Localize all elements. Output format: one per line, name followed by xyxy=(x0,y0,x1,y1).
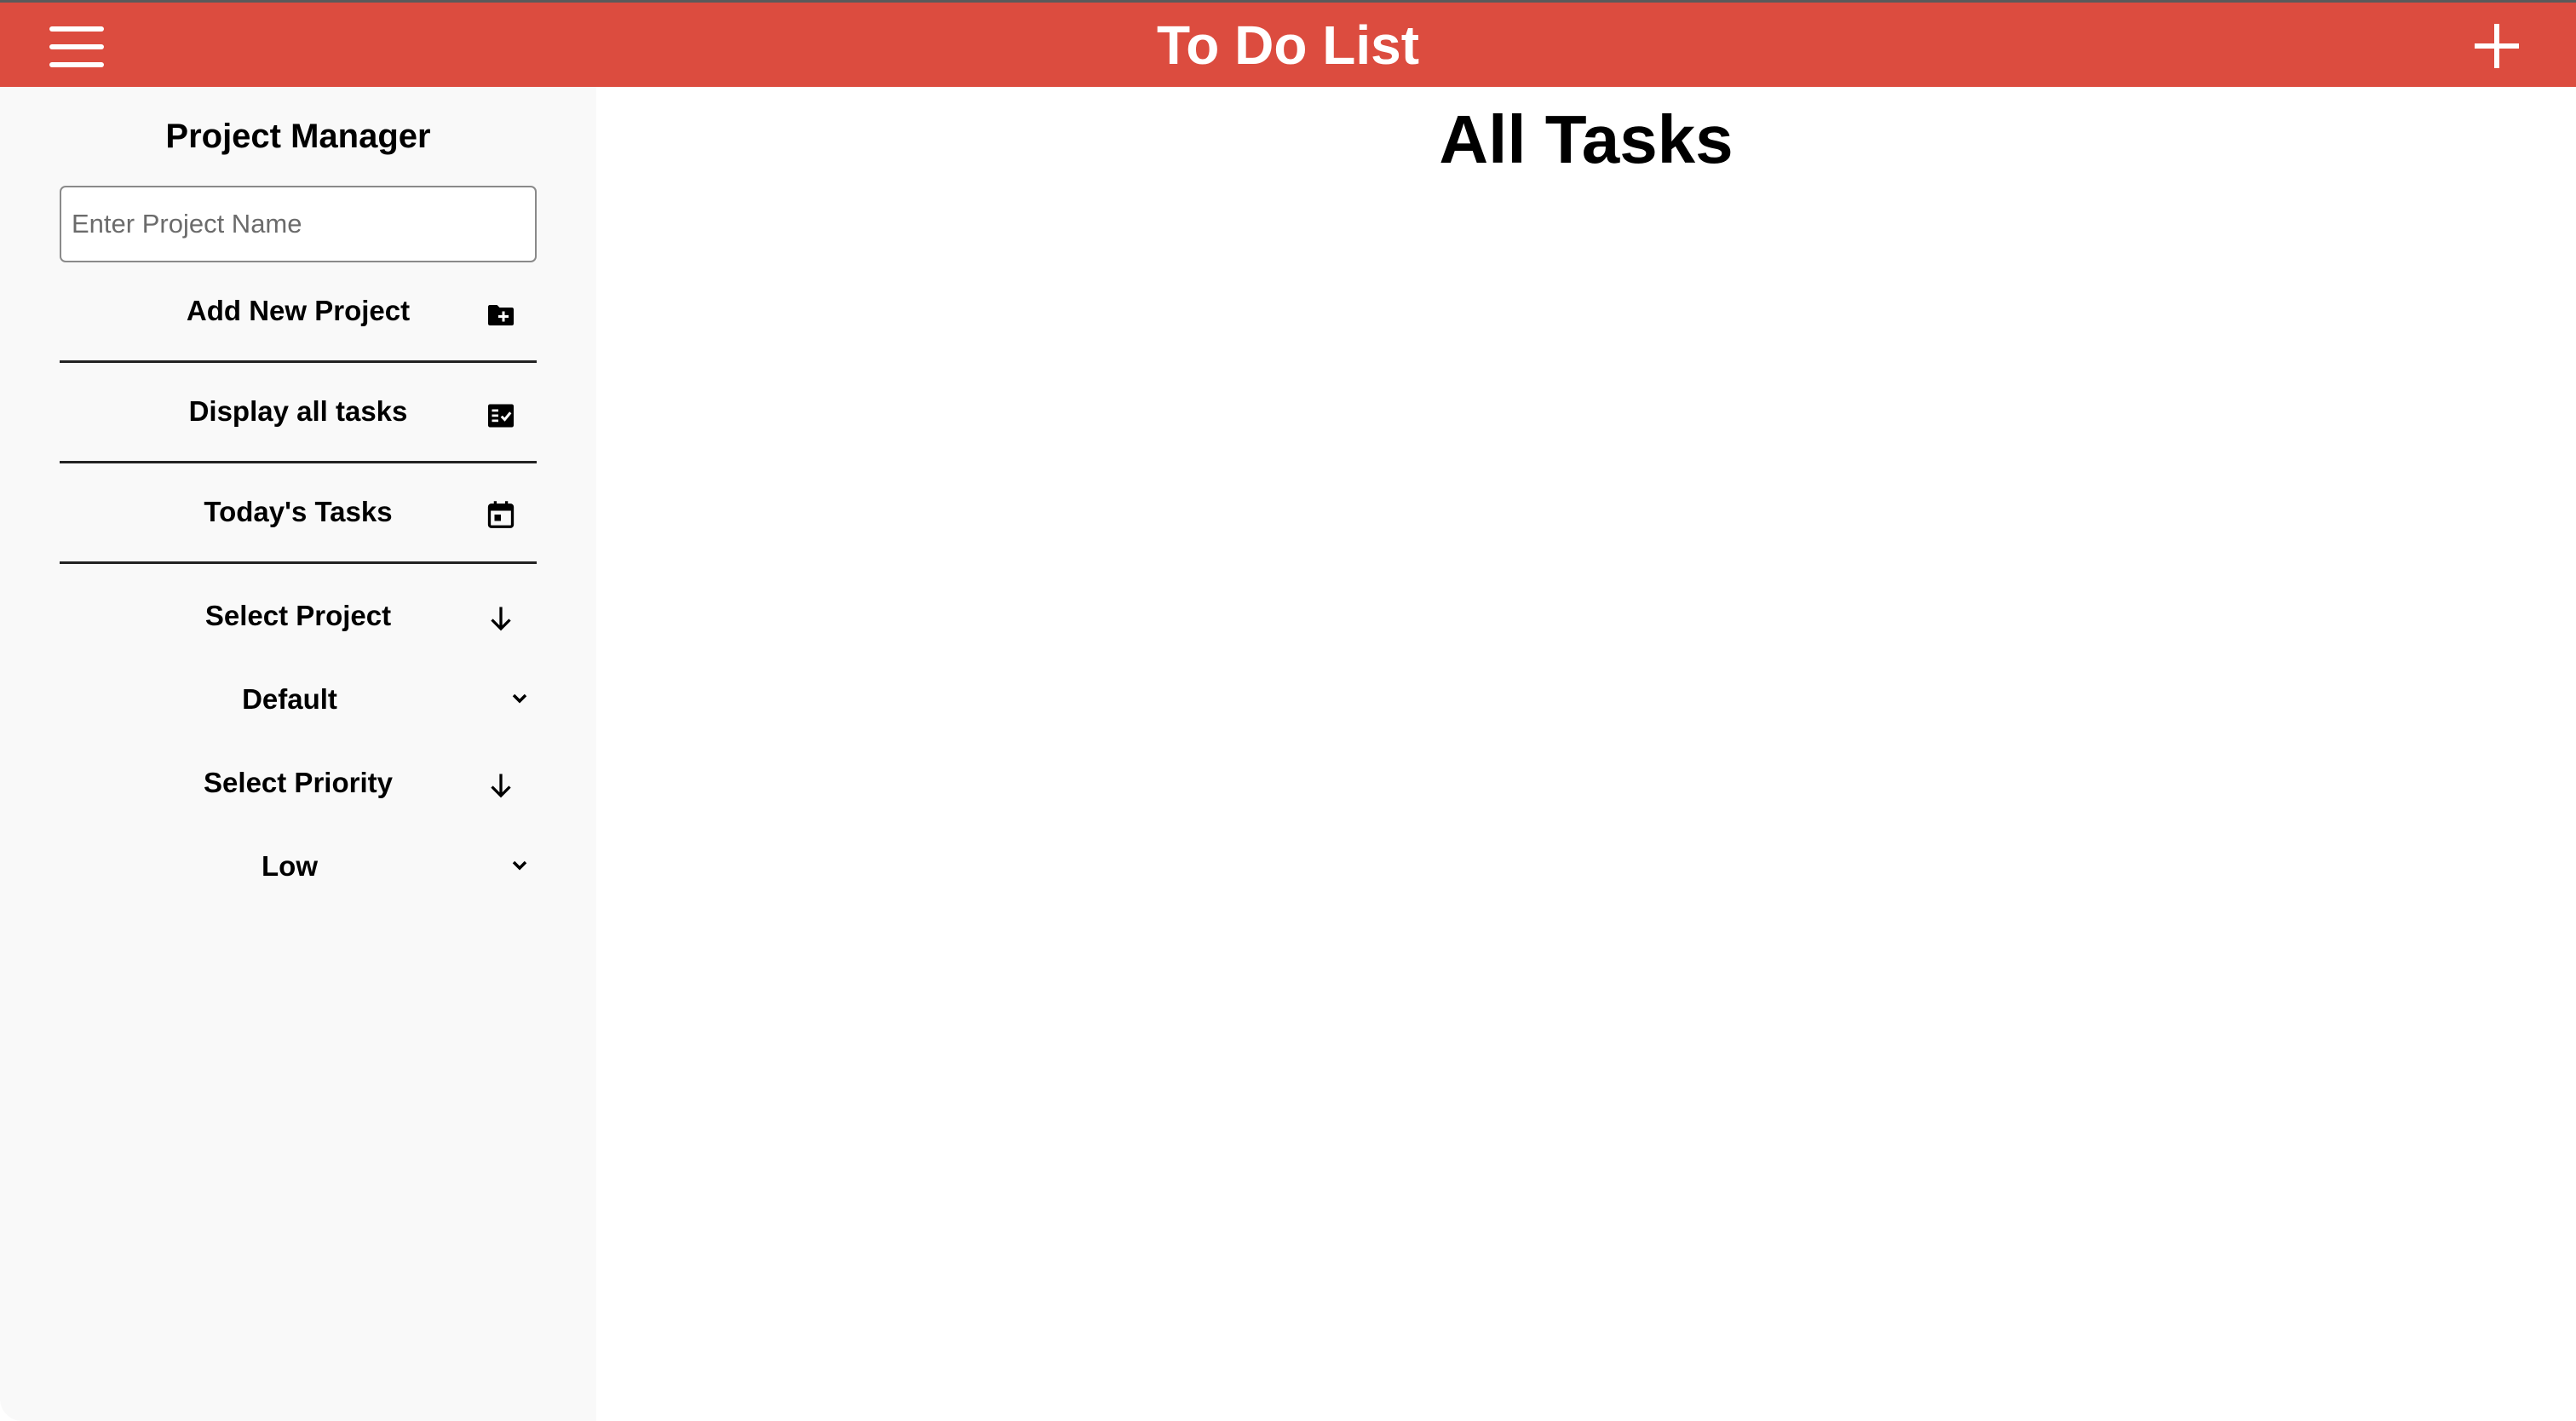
chevron-down-icon xyxy=(509,688,530,709)
select-project-heading: Select Project xyxy=(60,590,537,641)
priority-select[interactable]: Low xyxy=(60,840,537,891)
todays-tasks-label: Today's Tasks xyxy=(204,496,393,527)
display-all-tasks-button[interactable]: Display all tasks xyxy=(60,363,537,463)
project-select[interactable]: Default xyxy=(60,673,537,724)
page-title: All Tasks xyxy=(1439,101,1734,177)
priority-select-value: Low xyxy=(262,850,318,882)
arrow-down-icon xyxy=(486,770,516,801)
project-name-input[interactable] xyxy=(60,186,537,262)
checklist-icon xyxy=(486,400,516,431)
sidebar-title: Project Manager xyxy=(165,118,431,155)
select-priority-label: Select Priority xyxy=(204,767,393,798)
app-title: To Do List xyxy=(1156,14,1420,76)
select-priority-heading: Select Priority xyxy=(60,757,537,808)
plus-icon[interactable] xyxy=(2475,24,2519,68)
add-new-project-button[interactable]: Add New Project xyxy=(60,262,537,363)
display-all-tasks-label: Display all tasks xyxy=(188,395,408,427)
top-bar: To Do List xyxy=(0,0,2576,87)
app-window: To Do List Project Manager Add New Proje… xyxy=(0,0,2576,1421)
add-new-project-label: Add New Project xyxy=(186,295,411,326)
chevron-down-icon xyxy=(509,855,530,876)
sidebar: Project Manager Add New Project Display … xyxy=(0,87,596,1421)
arrow-down-icon xyxy=(486,603,516,634)
project-select-value: Default xyxy=(242,683,337,715)
select-project-label: Select Project xyxy=(204,600,392,631)
calendar-icon xyxy=(486,499,516,530)
folder-add-icon xyxy=(486,300,516,331)
todays-tasks-button[interactable]: Today's Tasks xyxy=(60,463,537,564)
